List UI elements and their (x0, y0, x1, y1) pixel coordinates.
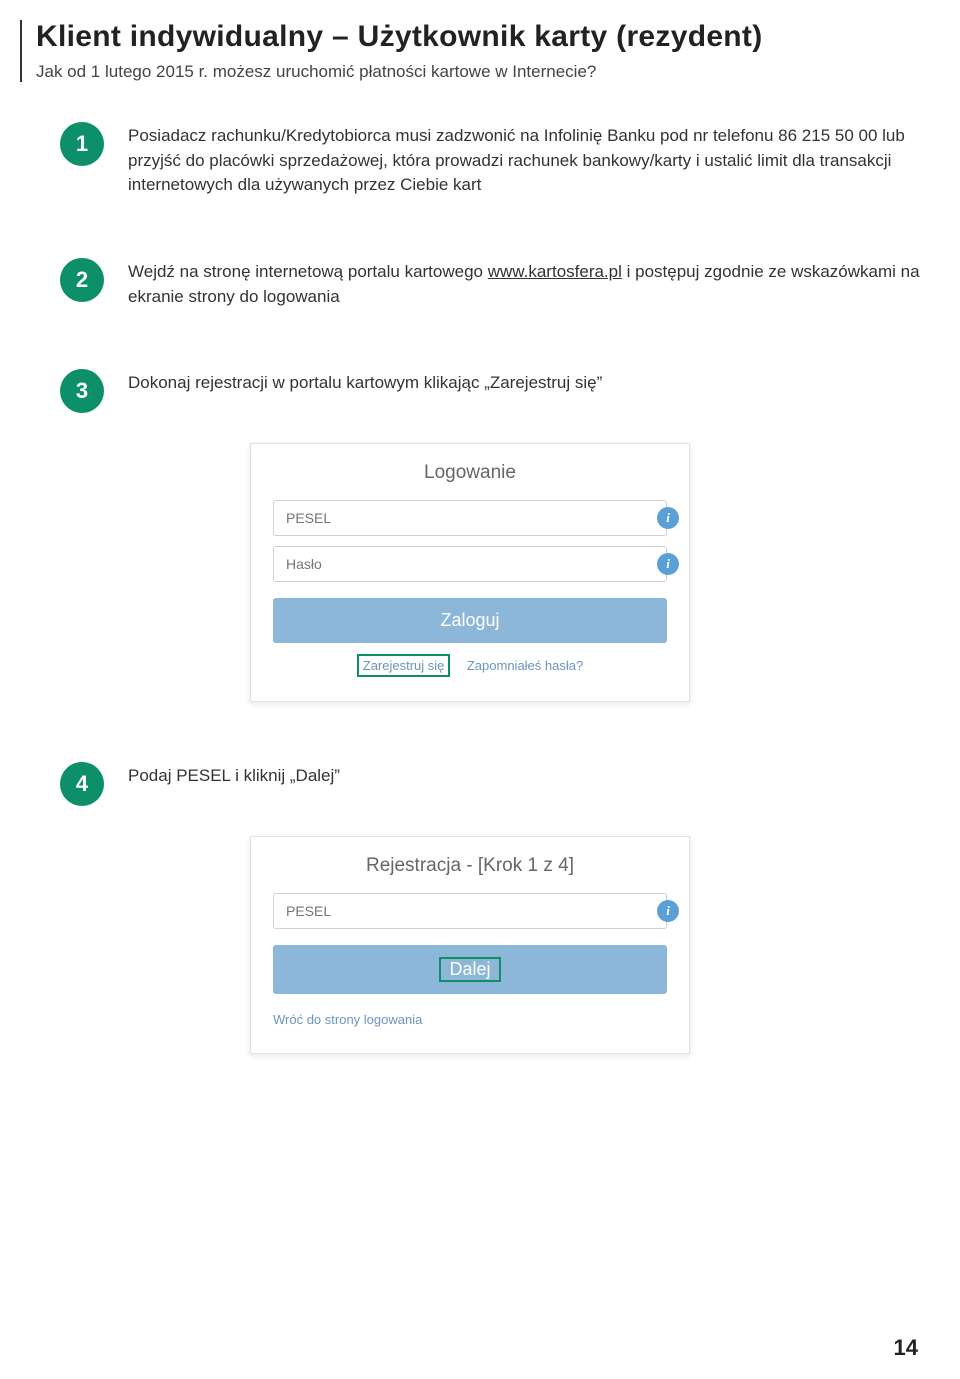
login-button-label: Zaloguj (440, 610, 499, 630)
page-number: 14 (894, 1335, 918, 1361)
pesel-field-row: i (273, 500, 667, 536)
registration-panel: Rejestracja - [Krok 1 z 4] i Dalej Wróć … (250, 836, 690, 1054)
login-title: Logowanie (273, 462, 667, 484)
login-panel: Logowanie i i Zaloguj Zarejestruj się Za… (250, 443, 690, 702)
password-input[interactable] (273, 546, 667, 582)
step-4-text: Podaj PESEL i kliknij „Dalej” (128, 762, 920, 789)
step-1: 1 Posiadacz rachunku/Kredytobiorca musi … (20, 122, 920, 198)
kartosfera-link[interactable]: www.kartosfera.pl (488, 262, 622, 281)
next-button-label: Dalej (439, 957, 500, 982)
step-4: 4 Podaj PESEL i kliknij „Dalej” (20, 762, 920, 806)
password-field-row: i (273, 546, 667, 582)
return-login-link[interactable]: Wróć do strony logowania (273, 1012, 667, 1027)
next-button[interactable]: Dalej (273, 945, 667, 994)
login-screenshot: Logowanie i i Zaloguj Zarejestruj się Za… (20, 443, 920, 702)
page-header: Klient indywidualny – Użytkownik karty (… (20, 20, 920, 82)
register-link[interactable]: Zarejestruj się (357, 654, 451, 677)
reg-pesel-input[interactable] (273, 893, 667, 929)
step-2-text: Wejdź na stronę internetową portalu kart… (128, 258, 920, 309)
info-icon[interactable]: i (657, 553, 679, 575)
forgot-password-link[interactable]: Zapomniałeś hasła? (467, 658, 583, 673)
registration-title: Rejestracja - [Krok 1 z 4] (273, 855, 667, 877)
page-title: Klient indywidualny – Użytkownik karty (… (36, 20, 920, 54)
login-links: Zarejestruj się Zapomniałeś hasła? (273, 657, 667, 675)
step-number-3: 3 (60, 369, 104, 413)
page-subtitle: Jak od 1 lutego 2015 r. możesz uruchomić… (36, 62, 920, 82)
registration-screenshot: Rejestracja - [Krok 1 z 4] i Dalej Wróć … (20, 836, 920, 1054)
step-number-1: 1 (60, 122, 104, 166)
step-2-text-a: Wejdź na stronę internetową portalu kart… (128, 262, 488, 281)
info-icon[interactable]: i (657, 900, 679, 922)
step-3: 3 Dokonaj rejestracji w portalu kartowym… (20, 369, 920, 413)
login-button[interactable]: Zaloguj (273, 598, 667, 643)
info-icon[interactable]: i (657, 507, 679, 529)
step-number-2: 2 (60, 258, 104, 302)
step-2: 2 Wejdź na stronę internetową portalu ka… (20, 258, 920, 309)
step-number-4: 4 (60, 762, 104, 806)
pesel-input[interactable] (273, 500, 667, 536)
reg-pesel-field-row: i (273, 893, 667, 929)
step-3-text: Dokonaj rejestracji w portalu kartowym k… (128, 369, 920, 396)
step-1-text: Posiadacz rachunku/Kredytobiorca musi za… (128, 122, 920, 198)
